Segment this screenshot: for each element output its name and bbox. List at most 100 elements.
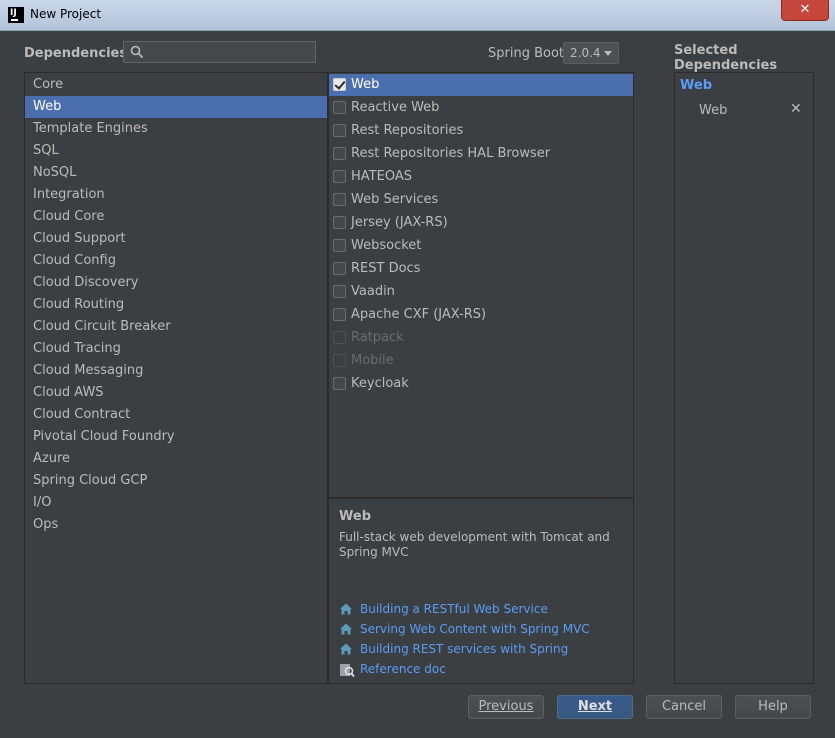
dependency-label: Rest Repositories [351, 123, 464, 138]
category-item-azure[interactable]: Azure [25, 448, 327, 470]
dependency-list: Web Reactive Web Rest Repositories Rest Rep… [328, 72, 634, 498]
category-list: Core Web Template Engines SQL NoSQL Integrati… [24, 72, 328, 684]
title-bar: IJ New Project ✕ [0, 0, 835, 31]
category-item-cloud-aws[interactable]: Cloud AWS [25, 382, 327, 404]
dependency-checkbox [333, 331, 346, 344]
description-text: Full-stack web development with Tomcat a… [339, 530, 610, 559]
dependency-item-jersey-jax-rs-[interactable]: Jersey (JAX-RS) [329, 212, 633, 234]
dependency-label: HATEOAS [351, 169, 412, 184]
category-item-template-engines[interactable]: Template Engines [25, 118, 327, 140]
dependency-checkbox[interactable] [333, 216, 346, 229]
dependency-checkbox[interactable] [333, 262, 346, 275]
dependency-label: Mobile [351, 353, 394, 368]
selected-dependencies-label: Selected Dependencies [674, 43, 778, 73]
dependency-item-apache-cxf-jax-rs-[interactable]: Apache CXF (JAX-RS) [329, 304, 633, 326]
category-item-core[interactable]: Core [25, 74, 327, 96]
spring-boot-version-value: 2.0.4 [570, 46, 601, 60]
category-item-cloud-discovery[interactable]: Cloud Discovery [25, 272, 327, 294]
dependency-item-rest-repositories[interactable]: Rest Repositories [329, 120, 633, 142]
previous-button[interactable]: Previous [468, 695, 544, 719]
dependency-checkbox[interactable] [333, 147, 346, 160]
dependency-checkbox[interactable] [333, 193, 346, 206]
dependency-label: Reactive Web [351, 100, 440, 115]
dependency-checkbox[interactable] [333, 377, 346, 390]
help-button[interactable]: Help [735, 695, 811, 719]
dependency-checkbox[interactable] [333, 170, 346, 183]
category-item-sql[interactable]: SQL [25, 140, 327, 162]
dependency-item-rest-docs[interactable]: REST Docs [329, 258, 633, 280]
category-item-cloud-support[interactable]: Cloud Support [25, 228, 327, 250]
category-item-cloud-config[interactable]: Cloud Config [25, 250, 327, 272]
help-button-label: Help [758, 699, 788, 714]
next-button[interactable]: Next [557, 695, 633, 719]
previous-button-label: Previous [478, 699, 534, 714]
description-panel: Web Full-stack web development with Tomc… [328, 498, 634, 684]
dependency-item-vaadin[interactable]: Vaadin [329, 281, 633, 303]
dependency-item-rest-repositories-hal-browser[interactable]: Rest Repositories HAL Browser [329, 143, 633, 165]
dependency-item-ratpack: Ratpack [329, 327, 633, 349]
dependency-checkbox[interactable] [333, 78, 346, 91]
category-item-ops[interactable]: Ops [25, 514, 327, 536]
dependency-label: Web Services [351, 192, 439, 207]
dependency-item-web-services[interactable]: Web Services [329, 189, 633, 211]
dependency-item-hateoas[interactable]: HATEOAS [329, 166, 633, 188]
dependency-label: REST Docs [351, 261, 421, 276]
category-item-cloud-messaging[interactable]: Cloud Messaging [25, 360, 327, 382]
dependency-checkbox [333, 354, 346, 367]
spring-boot-label: Spring Boot [488, 46, 565, 61]
category-item-cloud-circuit-breaker[interactable]: Cloud Circuit Breaker [25, 316, 327, 338]
dependency-label: Keycloak [351, 376, 409, 391]
intellij-app-icon: IJ [8, 7, 24, 23]
category-item-pivotal-cloud-foundry[interactable]: Pivotal Cloud Foundry [25, 426, 327, 448]
category-item-nosql[interactable]: NoSQL [25, 162, 327, 184]
selected-dependencies-panel: Web Web ✕ [674, 72, 814, 684]
dependency-item-reactive-web[interactable]: Reactive Web [329, 97, 633, 119]
dependencies-label: Dependencies [24, 46, 128, 61]
dependency-item-websocket[interactable]: Websocket [329, 235, 633, 257]
dependency-item-mobile: Mobile [329, 350, 633, 372]
dependency-label: Rest Repositories HAL Browser [351, 146, 551, 161]
selected-group-web: Web [680, 78, 712, 93]
dependency-label: Web [351, 77, 380, 92]
chevron-down-icon [604, 51, 612, 56]
dependency-label: Jersey (JAX-RS) [351, 215, 448, 230]
category-item-cloud-tracing[interactable]: Cloud Tracing [25, 338, 327, 360]
next-button-label: Next [577, 699, 613, 714]
category-item-web[interactable]: Web [25, 96, 327, 118]
category-item-i-o[interactable]: I/O [25, 492, 327, 514]
category-item-spring-cloud-gcp[interactable]: Spring Cloud GCP [25, 470, 327, 492]
home-icon [339, 622, 353, 641]
dependency-label: Vaadin [351, 284, 395, 299]
home-icon [339, 602, 353, 621]
dependency-checkbox[interactable] [333, 285, 346, 298]
category-item-integration[interactable]: Integration [25, 184, 327, 206]
guide-link-3[interactable]: Building REST services with Spring [339, 640, 568, 658]
category-item-cloud-routing[interactable]: Cloud Routing [25, 294, 327, 316]
guide-link-label: Reference doc [360, 662, 446, 676]
dependency-checkbox[interactable] [333, 124, 346, 137]
dependency-checkbox[interactable] [333, 101, 346, 114]
category-item-cloud-contract[interactable]: Cloud Contract [25, 404, 327, 426]
dependency-checkbox[interactable] [333, 308, 346, 321]
guide-link-1[interactable]: Building a RESTful Web Service [339, 600, 548, 618]
cancel-button[interactable]: Cancel [646, 695, 722, 719]
category-item-cloud-core[interactable]: Cloud Core [25, 206, 327, 228]
dependency-checkbox[interactable] [333, 239, 346, 252]
search-input[interactable] [148, 42, 317, 64]
search-box[interactable] [123, 41, 317, 64]
doc-search-icon [339, 662, 355, 683]
remove-dependency-icon[interactable]: ✕ [790, 101, 802, 117]
guide-link-2[interactable]: Serving Web Content with Spring MVC [339, 620, 590, 638]
dependency-item-keycloak[interactable]: Keycloak [329, 373, 633, 395]
description-title: Web [339, 509, 371, 524]
dependency-label: Apache CXF (JAX-RS) [351, 307, 487, 322]
dependency-item-web[interactable]: Web [329, 74, 633, 96]
guide-link-4[interactable]: Reference doc [339, 660, 446, 678]
guide-link-label: Building REST services with Spring [360, 642, 569, 656]
home-icon [339, 642, 353, 661]
guide-link-label: Building a RESTful Web Service [360, 602, 548, 616]
selected-item-web: Web [699, 103, 728, 118]
spring-boot-version-select[interactable]: 2.0.4 [563, 42, 619, 64]
dependency-label: Ratpack [351, 330, 404, 345]
window-close-button[interactable]: ✕ [781, 0, 829, 21]
